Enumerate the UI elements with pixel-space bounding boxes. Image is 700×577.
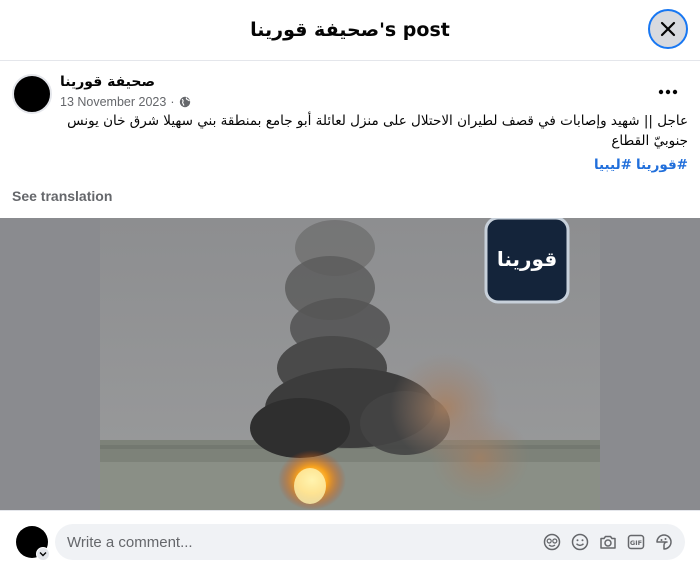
sticker-button[interactable] [653, 532, 675, 552]
svg-text:GIF: GIF [630, 539, 642, 547]
page-name[interactable]: صحيفة قورينا [60, 74, 155, 90]
sticker-icon [656, 534, 672, 550]
dialog-header: صحيفة قورينا's post [0, 0, 700, 61]
chevron-down-icon [39, 552, 47, 557]
post-text: عاجل || شهيد وإصابات في قصف لطيران الاحت… [12, 111, 688, 151]
comment-input[interactable]: Write a comment... GIF [55, 524, 685, 560]
meta-separator: · [170, 95, 175, 109]
comment-tools: GIF [541, 532, 675, 552]
post-photo[interactable]: قورينا [100, 218, 600, 510]
hashtag-link[interactable]: #قورينا [636, 157, 688, 173]
page-avatar[interactable] [12, 74, 52, 114]
see-translation-link[interactable]: See translation [12, 188, 112, 204]
comment-bar: Write a comment... GIF [0, 510, 700, 577]
emoji-button[interactable] [569, 532, 591, 552]
emoji-icon [571, 533, 589, 551]
hashtag-link[interactable]: #ليبيا [594, 157, 632, 173]
camera-button[interactable] [597, 532, 619, 552]
avatar-sticker-button[interactable] [541, 532, 563, 552]
comment-placeholder: Write a comment... [67, 533, 193, 551]
post-text-line: عاجل || شهيد وإصابات في قصف لطيران الاحت… [67, 113, 688, 129]
hashtags: #قورينا#ليبيا [590, 157, 688, 173]
camera-icon [600, 535, 616, 549]
image-logo-text: قورينا [497, 247, 557, 271]
profile-switch-button[interactable] [36, 547, 50, 561]
gif-icon: GIF [627, 534, 645, 550]
avatar-sticker-icon [543, 533, 561, 551]
more-options-button[interactable] [654, 78, 682, 106]
globe-icon[interactable] [179, 96, 191, 108]
post-media: قورينا [0, 218, 700, 510]
post-header: صحيفة قورينا 13 November 2023 · [12, 72, 688, 114]
post-text-line: جنوبيّ القطاع [611, 133, 688, 149]
post-date[interactable]: 13 November 2023 [60, 95, 166, 109]
gif-button[interactable]: GIF [625, 532, 647, 552]
post-meta: 13 November 2023 · [60, 95, 191, 109]
dialog-title: صحيفة قورينا's post [250, 19, 450, 41]
close-button[interactable] [648, 9, 688, 49]
more-icon [658, 89, 678, 95]
close-icon [660, 21, 676, 37]
